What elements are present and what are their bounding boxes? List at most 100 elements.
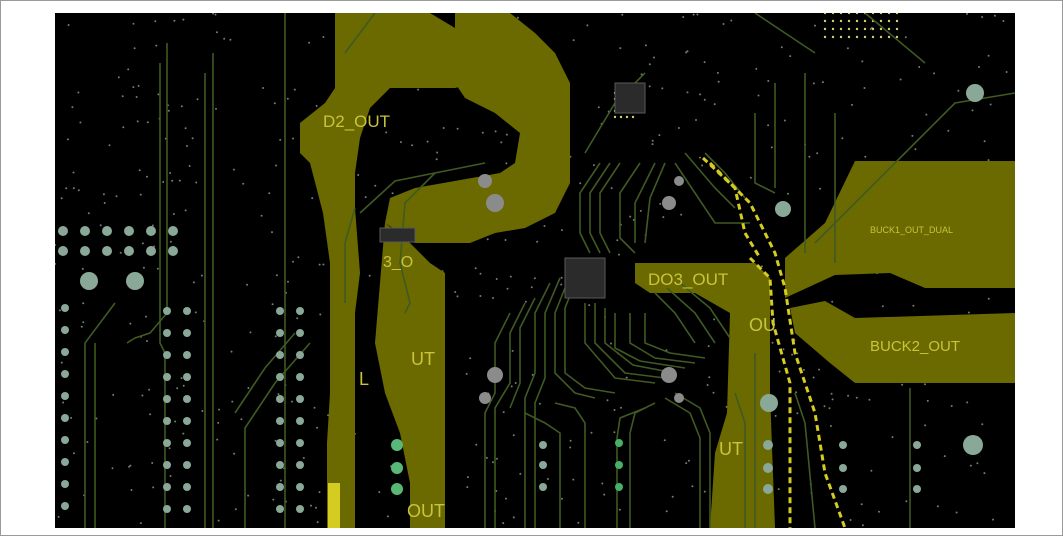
via-dot [770, 146, 773, 149]
via-dot [618, 508, 621, 511]
via-dot [494, 130, 497, 133]
via-dot [391, 192, 394, 195]
via-dot [505, 133, 508, 136]
via-dot [879, 27, 883, 31]
via-dot [139, 522, 142, 525]
via-dot [230, 350, 233, 353]
via-dot [271, 231, 273, 234]
via-dot [200, 274, 203, 277]
via-dot [191, 137, 194, 140]
via-dot [479, 295, 482, 297]
via-dot [148, 388, 151, 391]
via-dot [260, 214, 263, 217]
via-dot [316, 426, 319, 429]
via-dot [275, 164, 278, 167]
via-dot [466, 486, 469, 489]
via-dot [492, 461, 494, 464]
via-dot [616, 239, 619, 242]
via-dot [707, 345, 710, 348]
via-dot [173, 19, 176, 22]
via-dot [782, 348, 785, 351]
via-dot [102, 193, 105, 196]
via-dot [812, 376, 815, 379]
via-dot [593, 164, 595, 167]
via-dot [229, 38, 232, 41]
via-dot [322, 36, 325, 38]
via-dot [247, 494, 250, 497]
via-dot [271, 303, 274, 306]
via-dot [887, 27, 891, 31]
via-icon [61, 392, 69, 400]
hole-icon [486, 194, 504, 212]
via-dot [847, 19, 851, 23]
via-dot [127, 68, 130, 71]
via-dot [577, 521, 580, 524]
via-dot [703, 61, 706, 64]
via-dot [863, 35, 867, 39]
via-dot [703, 490, 706, 493]
pcb-layout-canvas[interactable]: D2_OUT 3_O UT L OUT DO3_OUT OU UT BUCK1_… [55, 13, 1015, 528]
via-dot [987, 54, 990, 57]
via-dot [60, 361, 63, 364]
via-dot [196, 98, 199, 101]
via-dot [135, 96, 138, 98]
via-dot [169, 172, 172, 174]
via-dot [273, 102, 276, 105]
via-dot [808, 155, 811, 158]
via-dot [933, 72, 936, 75]
via-dot [620, 406, 622, 409]
via-dot [466, 476, 469, 479]
via-dot [192, 281, 195, 284]
via-dot [87, 212, 90, 215]
via-dot [411, 144, 414, 147]
via-icon [183, 417, 191, 425]
via-dot [103, 202, 106, 204]
via-icon [839, 464, 847, 472]
via-dot [561, 229, 563, 232]
via-icon [615, 461, 623, 469]
via-dot [386, 515, 389, 518]
via-dot [901, 383, 904, 386]
via-dot [708, 376, 711, 379]
via-icon [296, 373, 304, 381]
via-dot [924, 383, 926, 386]
via-dot [572, 39, 575, 42]
via-dot [967, 311, 970, 314]
via-dot [141, 394, 144, 397]
via-dot [586, 24, 589, 27]
label-ldo-fragment-3: L [359, 369, 369, 389]
via-dot [757, 94, 760, 97]
via-dot [823, 35, 827, 39]
via-dot [122, 126, 125, 129]
via-dot [712, 391, 715, 394]
via-dot [696, 13, 699, 16]
via-dot [115, 195, 118, 198]
via-dot [465, 372, 468, 375]
via-dot [530, 286, 533, 289]
via-icon [391, 483, 403, 495]
via-dot [839, 19, 843, 23]
via-dot [895, 19, 899, 23]
via-dot [957, 89, 960, 92]
hole-icon [674, 393, 684, 403]
via-dot [112, 393, 115, 396]
via-dot [215, 31, 218, 34]
via-dot [318, 263, 321, 266]
via-dot [86, 441, 89, 443]
via-dot [767, 79, 770, 82]
via-dot [830, 392, 833, 395]
via-dot [201, 410, 204, 412]
via-dot [987, 297, 990, 300]
via-dot [514, 382, 517, 384]
hole-icon [674, 176, 684, 186]
via-dot [870, 469, 873, 472]
via-dot [536, 240, 539, 243]
via-dot [713, 103, 716, 106]
via-dot [82, 302, 85, 305]
via-dot [67, 24, 70, 26]
via-dot [987, 159, 990, 162]
via-dot [695, 119, 697, 121]
via-dot [308, 41, 311, 44]
via-dot [887, 35, 891, 39]
via-dot [286, 97, 289, 100]
